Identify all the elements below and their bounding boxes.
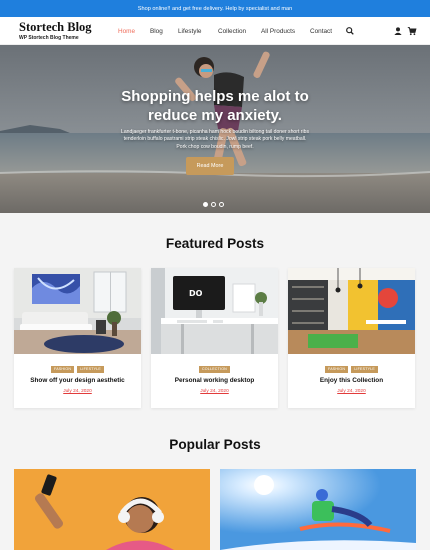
tag-fashion[interactable]: FASHION	[51, 366, 75, 373]
nav-contact[interactable]: Contact	[310, 17, 332, 45]
nav-all-products[interactable]: All Products	[261, 17, 295, 45]
card-title[interactable]: Show off your design aesthetic	[14, 377, 141, 384]
tag-fashion[interactable]: FASHION	[325, 366, 349, 373]
cart-icon[interactable]	[407, 26, 417, 36]
card-date[interactable]: July 24, 2020	[288, 389, 415, 394]
hero-description-line-3: Pork chop cow boudin, rump beef.	[176, 143, 254, 150]
desktop-workspace-image: DO	[151, 268, 278, 354]
popular-post-1-image[interactable]	[14, 469, 210, 550]
nav-collection[interactable]: Collection	[218, 17, 246, 45]
announcement-text: Shop online!! and get free delivery. Hel…	[137, 5, 293, 12]
card-image[interactable]	[288, 268, 415, 354]
tag-lifestyle[interactable]: LIFESTYLE	[77, 366, 104, 373]
hero-slider[interactable]: Shopping helps me alot to reduce my anxi…	[0, 45, 430, 213]
site-tagline: WP Stortech Blog Theme	[19, 35, 79, 41]
office-interior-image	[288, 268, 415, 354]
search-icon[interactable]	[345, 26, 355, 36]
slider-dot-3[interactable]	[219, 202, 224, 207]
nav-home[interactable]: Home	[118, 17, 135, 45]
featured-card-2[interactable]: DO COLLECTION Personal working desktop J…	[151, 268, 278, 408]
site-brand[interactable]: Stortech Blog WP Stortech Blog Theme	[19, 21, 92, 42]
popular-posts-heading: Popular Posts	[169, 437, 261, 452]
hero-description: Landjaeger frankfurter t-bone, picanha h…	[110, 129, 320, 151]
nav-lifestyle[interactable]: Lifestyle	[178, 17, 201, 45]
card-title[interactable]: Personal working desktop	[151, 377, 278, 384]
hero-overlay: Shopping helps me alot to reduce my anxi…	[0, 45, 430, 213]
user-icon[interactable]	[393, 26, 403, 36]
svg-text:DO: DO	[189, 289, 203, 298]
card-date[interactable]: July 24, 2020	[151, 389, 278, 394]
card-tags: FASHION LIFESTYLE	[288, 366, 415, 373]
card-tags: COLLECTION	[151, 366, 278, 373]
featured-card-3[interactable]: FASHION LIFESTYLE Enjoy this Collection …	[288, 268, 415, 408]
featured-card-1[interactable]: FASHION LIFESTYLE Show off your design a…	[14, 268, 141, 408]
card-date[interactable]: July 24, 2020	[14, 389, 141, 394]
card-image[interactable]: DO	[151, 268, 278, 354]
card-tags: FASHION LIFESTYLE	[14, 366, 141, 373]
announcement-bar: Shop online!! and get free delivery. Hel…	[0, 0, 430, 17]
popular-post-2-image[interactable]	[220, 469, 416, 550]
card-title[interactable]: Enjoy this Collection	[288, 377, 415, 384]
read-more-button[interactable]: Read More	[186, 157, 234, 175]
selfie-girl-image	[14, 469, 210, 550]
living-room-image	[14, 268, 141, 354]
card-image[interactable]	[14, 268, 141, 354]
slider-dots	[203, 202, 227, 208]
snowboarder-image	[220, 469, 416, 550]
slider-dot-2[interactable]	[211, 202, 216, 207]
hero-title-line-2: reduce my anxiety.	[148, 107, 282, 124]
featured-posts-heading: Featured Posts	[165, 236, 265, 251]
site-title[interactable]: Stortech Blog	[19, 21, 92, 34]
hero-description-line-2: tenderloin buffalo pastrami strip steak …	[123, 136, 307, 143]
tag-lifestyle[interactable]: LIFESTYLE	[351, 366, 378, 373]
nav-blog[interactable]: Blog	[150, 17, 163, 45]
hero-title-line-1: Shopping helps me alot to	[121, 88, 309, 105]
tag-collection[interactable]: COLLECTION	[199, 366, 230, 373]
site-header: Stortech Blog WP Stortech Blog Theme Hom…	[0, 17, 430, 45]
slider-dot-1[interactable]	[203, 202, 208, 207]
